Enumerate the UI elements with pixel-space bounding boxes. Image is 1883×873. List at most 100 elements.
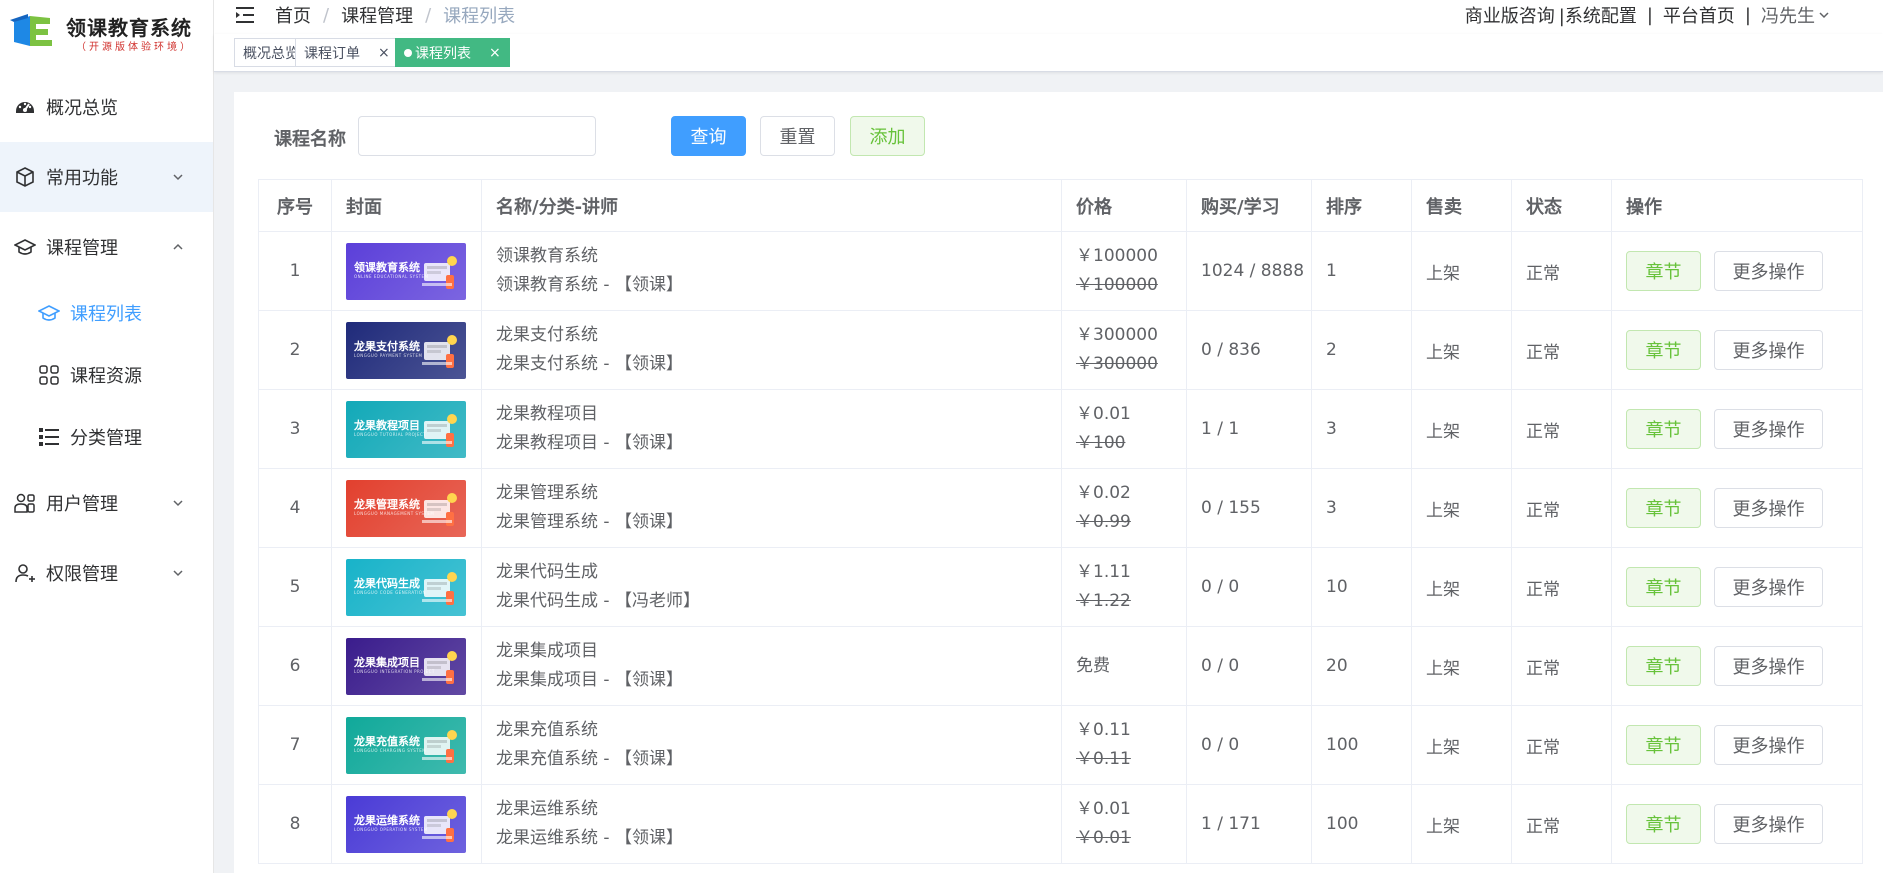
cover-illustration-icon [422,571,457,605]
actions-cell: 章节 更多操作 [1611,310,1863,390]
cover-title: 龙果运维系统 [354,813,420,827]
course-name: 龙果管理系统 [496,483,598,503]
status-cell: 正常 [1511,626,1612,706]
sidebar-item-common[interactable]: 常用功能 [0,142,213,212]
price-cell: ￥1.11 ￥1.22 [1061,547,1187,627]
chevron-up-icon [173,243,183,250]
menu-fold-icon[interactable] [236,5,256,25]
close-icon[interactable]: × [378,45,390,61]
course-cover-image[interactable]: 龙果支付系统 LONGGUO PAYMENT SYSTEM [346,321,466,379]
sidebar-item-label: 分类管理 [70,428,142,449]
chapter-button[interactable]: 章节 [1626,725,1701,765]
tag-course-orders[interactable]: 课程订单 × [295,38,399,67]
sidebar: 领课教育系统 （开源版体验环境） 概况总览 常用功能 课程管理 课程列表 课程资… [0,0,214,873]
price-cell: ￥0.01 ￥100 [1061,389,1187,469]
sort-cell: 3 [1311,389,1412,469]
buy-study-cell: 0 / 0 [1186,626,1312,706]
chapter-button[interactable]: 章节 [1626,646,1701,686]
course-cover-image[interactable]: 领课教育系统 ONLINE EDUCATIONAL SYSTEM [346,242,466,300]
chapter-button[interactable]: 章节 [1626,567,1701,607]
tag-course-list[interactable]: 课程列表 × [395,38,510,67]
course-name: 龙果教程项目 [496,404,598,424]
sidebar-item-category[interactable]: 分类管理 [0,406,213,468]
chapter-button[interactable]: 章节 [1626,330,1701,370]
commercial-consult-link[interactable]: 商业版咨询 [1465,2,1555,28]
course-cover-image[interactable]: 龙果集成项目 LONGGUO INTEGRATION PROJECT [346,637,466,695]
more-actions-button[interactable]: 更多操作 [1714,646,1823,686]
user-name: 冯先生 [1761,6,1815,27]
sort-cell: 10 [1311,547,1412,627]
sidebar-item-course-list[interactable]: 课程列表 [0,282,213,344]
query-button[interactable]: 查询 [671,116,746,156]
logo-title: 领课教育系统 [66,16,192,40]
cover-title: 龙果管理系统 [354,497,420,511]
add-button[interactable]: 添加 [850,116,925,156]
sidebar-item-overview[interactable]: 概况总览 [0,72,213,142]
chapter-button[interactable]: 章节 [1626,409,1701,449]
sort-cell: 100 [1311,705,1412,785]
course-original-price: ￥100 [1076,433,1126,453]
cover-title: 龙果支付系统 [354,339,420,353]
cover-cell: 龙果管理系统 LONGGUO MANAGEMENT SYSTEM [331,468,482,548]
user-lock-icon [14,562,36,584]
column-header: 排序 [1311,179,1412,232]
course-cover-image[interactable]: 龙果代码生成 LONGGUO CODE GENERATION [346,558,466,616]
cover-illustration-icon [422,808,457,842]
more-actions-button[interactable]: 更多操作 [1714,488,1823,528]
header-nav: 商业版咨询 |系统配置 | 平台首页 | 冯先生 [1465,2,1831,28]
logo-subtitle: （开源版体验环境） [76,42,193,53]
sidebar-item-course-resources[interactable]: 课程资源 [0,344,213,406]
dashboard-icon [14,96,36,118]
sidebar-item-label: 常用功能 [46,168,118,189]
course-cover-image[interactable]: 龙果运维系统 LONGGUO OPERATION SYSTEM [346,795,466,853]
user-menu[interactable]: 冯先生 [1761,2,1831,28]
cover-subtitle: LONGGUO CHARGING SYSTEM [354,747,427,753]
sale-cell: 上架 [1411,784,1512,864]
table-row: 7 龙果充值系统 LONGGUO CHARGING SYSTEM 龙果充值系统 … [258,705,1863,785]
system-config-link[interactable]: |系统配置 [1559,2,1637,28]
buy-study-cell: 0 / 155 [1186,468,1312,548]
more-actions-button[interactable]: 更多操作 [1714,251,1823,291]
course-cover-image[interactable]: 龙果管理系统 LONGGUO MANAGEMENT SYSTEM [346,479,466,537]
status-cell: 正常 [1511,705,1612,785]
sort-cell: 2 [1311,310,1412,390]
chapter-button[interactable]: 章节 [1626,488,1701,528]
course-original-price: ￥0.11 [1076,749,1131,769]
sale-cell: 上架 [1411,389,1512,469]
more-actions-button[interactable]: 更多操作 [1714,409,1823,449]
status-cell: 正常 [1511,547,1612,627]
cover-illustration-icon [422,492,457,526]
actions-cell: 章节 更多操作 [1611,231,1863,311]
breadcrumb-course-management[interactable]: 课程管理 [341,2,413,28]
chapter-button[interactable]: 章节 [1626,804,1701,844]
sidebar-item-permissions[interactable]: 权限管理 [0,538,213,608]
top-header: 首页 / 课程管理 / 课程列表 商业版咨询 |系统配置 | 平台首页 | 冯先… [214,0,1883,34]
column-header: 价格 [1061,179,1187,232]
course-category-teacher: 领课教育系统 - 【领课】 [496,275,683,295]
column-header: 购买/学习 [1186,179,1312,232]
course-name-input[interactable] [358,116,596,156]
actions-cell: 章节 更多操作 [1611,626,1863,706]
course-original-price: ￥100000 [1076,275,1158,295]
row-index: 5 [258,547,332,627]
actions-cell: 章节 更多操作 [1611,389,1863,469]
more-actions-button[interactable]: 更多操作 [1714,567,1823,607]
sidebar-item-users[interactable]: 用户管理 [0,468,213,538]
grid-icon [38,364,60,386]
chapter-button[interactable]: 章节 [1626,251,1701,291]
course-cover-image[interactable]: 龙果充值系统 LONGGUO CHARGING SYSTEM [346,716,466,774]
course-cover-image[interactable]: 龙果教程项目 LONGGUO TUTORIAL PROJECT [346,400,466,458]
row-index: 8 [258,784,332,864]
cover-illustration-icon [422,334,457,368]
breadcrumb-home[interactable]: 首页 [275,2,311,28]
table-header-row: 序号 封面 名称/分类-讲师 价格 购买/学习 排序 售卖 状态 操作 [258,179,1863,232]
more-actions-button[interactable]: 更多操作 [1714,725,1823,765]
sidebar-item-course-management[interactable]: 课程管理 [0,212,213,282]
sidebar-item-label: 课程资源 [70,366,142,387]
more-actions-button[interactable]: 更多操作 [1714,804,1823,844]
platform-home-link[interactable]: 平台首页 [1663,2,1735,28]
reset-button[interactable]: 重置 [760,116,835,156]
more-actions-button[interactable]: 更多操作 [1714,330,1823,370]
logo[interactable]: 领课教育系统 （开源版体验环境） [10,10,210,54]
close-icon[interactable]: × [489,45,501,61]
